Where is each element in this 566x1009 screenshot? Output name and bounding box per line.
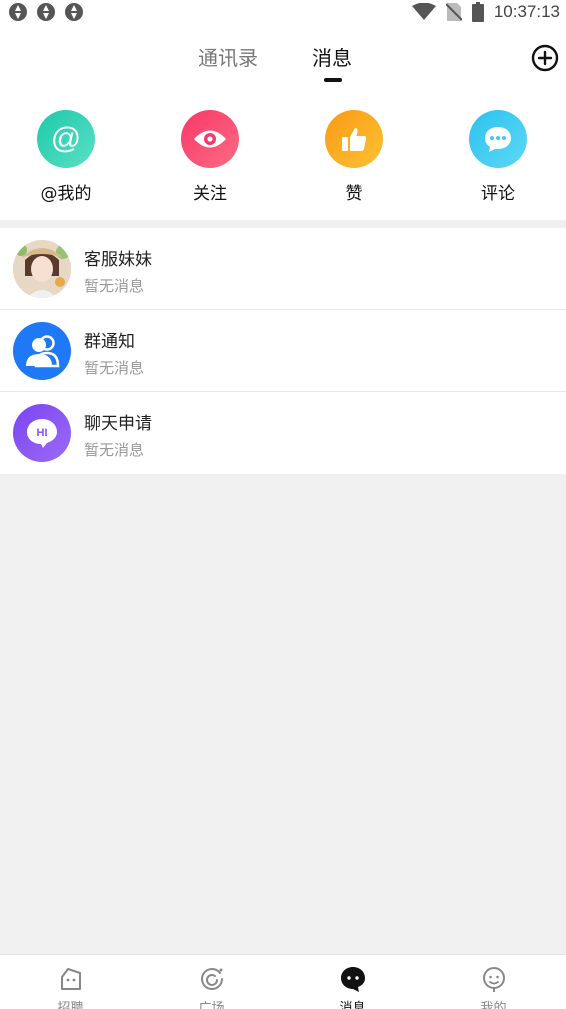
conversation-preview: 暂无消息 — [84, 359, 145, 377]
conversation-title: 群通知 — [84, 332, 135, 352]
battery-icon — [471, 2, 484, 22]
conversation-item-customer-service[interactable]: 客服妹妹 暂无消息 — [0, 228, 566, 310]
conversation-title: 聊天申请 — [84, 414, 152, 434]
conversation-item-chat-request[interactable]: HI 聊天申请 暂无消息 — [0, 392, 566, 474]
nav-item-messages[interactable]: 消息 — [282, 955, 423, 1009]
square-icon — [200, 968, 223, 990]
profile-icon — [482, 967, 505, 992]
wifi-icon — [411, 3, 436, 20]
conversation-title: 客服妹妹 — [84, 250, 152, 270]
thumbs-up-icon — [325, 110, 383, 168]
tab-contacts[interactable]: 通讯录 — [198, 42, 258, 71]
nav-item-recruit[interactable]: 招聘 — [0, 955, 141, 1009]
bottom-navigation: 招聘 广场 消息 我的 — [0, 954, 566, 1009]
nav-label: 招聘 — [57, 1001, 84, 1009]
nav-item-profile[interactable]: 我的 — [423, 955, 564, 1009]
status-time: 10:37:13 — [493, 2, 560, 21]
hi-chat-icon: HI — [13, 404, 71, 462]
app-notification-icon — [37, 3, 55, 21]
quick-action-likes[interactable]: 赞 — [294, 110, 414, 204]
nav-item-square[interactable]: 广场 — [141, 955, 282, 1009]
header: 通讯录 消息 — [0, 24, 566, 94]
tab-messages[interactable]: 消息 — [312, 42, 352, 71]
quick-action-label: 评论 — [481, 184, 515, 204]
conversation-list: 客服妹妹 暂无消息 群通知 暂无消息 HI 聊天申请 暂无消息 — [0, 228, 566, 474]
eye-icon — [181, 110, 239, 168]
active-tab-indicator — [324, 78, 342, 82]
quick-action-label: 赞 — [345, 184, 363, 204]
comment-icon — [469, 110, 527, 168]
nav-label: 广场 — [198, 1001, 225, 1009]
app-notification-icon — [65, 3, 83, 21]
quick-action-follow[interactable]: 关注 — [150, 110, 270, 204]
nav-label: 我的 — [480, 1001, 507, 1009]
svg-text:HI: HI — [37, 427, 48, 439]
app-notification-icon — [9, 3, 27, 21]
conversation-preview: 暂无消息 — [84, 441, 145, 459]
quick-actions: @ @我的 关注 赞 评论 — [0, 94, 566, 220]
quick-action-label: 关注 — [193, 184, 227, 204]
status-bar: 10:37:13 — [0, 0, 566, 24]
plus-circle-icon[interactable] — [531, 44, 559, 72]
quick-action-comments[interactable]: 评论 — [438, 110, 558, 204]
no-sim-icon — [445, 3, 462, 21]
group-icon — [13, 322, 71, 380]
message-icon — [340, 967, 365, 992]
quick-action-label: @我的 — [40, 184, 92, 204]
conversation-item-group-notice[interactable]: 群通知 暂无消息 — [0, 310, 566, 392]
nav-label: 消息 — [339, 1001, 366, 1009]
at-icon: @ — [37, 110, 95, 168]
status-notifications — [8, 2, 84, 22]
recruit-icon — [60, 968, 81, 990]
photo-avatar — [13, 240, 71, 298]
quick-action-mentions[interactable]: @ @我的 — [6, 110, 126, 204]
conversation-preview: 暂无消息 — [84, 277, 145, 295]
